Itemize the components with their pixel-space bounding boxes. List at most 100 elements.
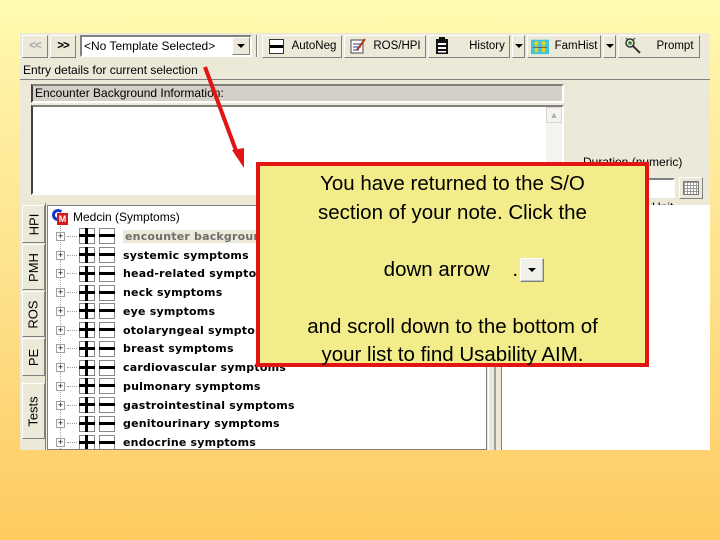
expand-icon[interactable]: + <box>56 288 65 298</box>
callout-line-3: down arrow . <box>383 257 519 281</box>
positive-finding-icon[interactable] <box>79 434 95 449</box>
expand-icon[interactable]: + <box>56 419 65 429</box>
entry-details-heading: Entry details for current selection <box>23 63 198 77</box>
negative-finding-icon[interactable] <box>99 303 115 320</box>
chevron-down-icon <box>237 44 245 48</box>
autoneg-label: AutoNeg <box>291 40 337 52</box>
grid-icon <box>683 181 699 195</box>
tree-item[interactable]: + head-related symptoms <box>56 265 275 284</box>
tree-item[interactable]: + otolaryngeal symptoms <box>56 321 273 340</box>
ros-hpi-label: ROS/HPI <box>373 40 421 52</box>
encounter-background-header: Encounter Background Information: <box>31 84 564 103</box>
prompt-button[interactable]: Prompt <box>618 34 700 58</box>
expand-icon[interactable]: + <box>56 306 65 316</box>
history-button[interactable]: History <box>428 34 510 58</box>
negative-finding-icon[interactable] <box>99 397 115 414</box>
positive-finding-icon[interactable] <box>79 247 95 264</box>
negative-finding-icon[interactable] <box>99 340 115 357</box>
tab-pmh[interactable]: PMH <box>22 244 45 290</box>
tree-item[interactable]: + systemic symptoms <box>56 246 249 265</box>
tree-item[interactable]: + genitourinary symptoms <box>56 415 280 434</box>
medcin-logo-icon: M <box>52 209 68 225</box>
tree-item-label: endocrine symptoms <box>123 436 257 450</box>
expand-icon[interactable]: + <box>56 325 65 335</box>
magic-wand-icon <box>624 37 642 55</box>
template-select[interactable]: <No Template Selected> <box>80 35 252 57</box>
positive-finding-icon[interactable] <box>79 265 95 282</box>
positive-finding-icon[interactable] <box>79 415 95 432</box>
ros-hpi-button[interactable]: ROS/HPI <box>344 34 426 58</box>
positive-finding-icon[interactable] <box>79 284 95 301</box>
negative-finding-icon[interactable] <box>99 378 115 395</box>
tab-ros[interactable]: ROS <box>22 291 45 337</box>
positive-finding-icon[interactable] <box>79 397 95 414</box>
tree-item[interactable]: + eye symptoms <box>56 302 215 321</box>
minus-box-icon <box>268 37 286 55</box>
tree-item-label: genitourinary symptoms <box>123 417 280 431</box>
famhist-dropdown-button[interactable] <box>603 34 616 58</box>
scroll-up-button[interactable]: ▲ <box>546 107 562 123</box>
positive-finding-icon[interactable] <box>79 322 95 339</box>
tree-connector <box>67 367 77 369</box>
negative-finding-icon[interactable] <box>99 434 115 449</box>
tree-item[interactable]: + breast symptoms <box>56 340 234 359</box>
positive-finding-icon[interactable] <box>79 340 95 357</box>
expand-icon[interactable]: + <box>56 250 65 260</box>
negative-finding-icon[interactable] <box>99 322 115 339</box>
duration-grid-button[interactable] <box>679 177 703 199</box>
positive-finding-icon[interactable] <box>79 359 95 376</box>
tree-root[interactable]: M Medcin (Symptoms) <box>52 209 180 225</box>
tree-item[interactable]: + endocrine symptoms <box>56 433 257 450</box>
tab-pe-label: PE <box>26 348 41 366</box>
expand-icon[interactable]: + <box>56 269 65 279</box>
history-label: History <box>469 40 505 52</box>
tree-connector <box>67 423 77 425</box>
expand-icon[interactable]: + <box>56 344 65 354</box>
callout-line-2: section of your note. Click the <box>318 200 587 224</box>
tree-item[interactable]: + pulmonary symptoms <box>56 377 261 396</box>
tree-connector <box>67 348 77 350</box>
tree-item[interactable]: + cardiovascular symptoms <box>56 358 286 377</box>
tree-connector <box>67 385 77 387</box>
negative-finding-icon[interactable] <box>99 415 115 432</box>
dropdown-arrow-illustration <box>520 258 545 283</box>
instruction-callout: You have returned to the S/O section of … <box>256 162 649 367</box>
forward-button[interactable]: >> <box>50 34 76 58</box>
template-dropdown-button[interactable] <box>232 37 250 55</box>
positive-finding-icon[interactable] <box>79 228 95 245</box>
tree-item-label: breast symptoms <box>123 342 234 356</box>
expand-icon[interactable]: + <box>56 438 65 448</box>
tree-item[interactable]: + neck symptoms <box>56 283 222 302</box>
chevron-up-icon: ▲ <box>549 110 559 120</box>
chevron-down-icon <box>514 44 523 48</box>
famhist-button[interactable]: FamHist <box>527 34 601 58</box>
expand-icon[interactable]: + <box>56 400 65 410</box>
positive-finding-icon[interactable] <box>79 378 95 395</box>
negative-finding-icon[interactable] <box>99 359 115 376</box>
callout-line-3-wrap: down arrow . <box>260 227 645 313</box>
tab-pmh-label: PMH <box>26 252 42 282</box>
tree-item-label: otolaryngeal symptoms <box>123 323 274 337</box>
tab-hpi[interactable]: HPI <box>22 205 45 243</box>
tab-hpi-label: HPI <box>26 213 42 235</box>
expand-icon[interactable]: + <box>56 363 65 373</box>
autoneg-button[interactable]: AutoNeg <box>262 34 342 58</box>
tree-item-label: pulmonary symptoms <box>123 379 261 393</box>
expand-icon[interactable]: + <box>56 381 65 391</box>
template-select-value: <No Template Selected> <box>84 39 216 53</box>
back-button[interactable]: << <box>22 34 48 58</box>
negative-finding-icon[interactable] <box>99 228 115 245</box>
tree-connector <box>67 329 77 331</box>
toolbar-separator <box>256 35 258 57</box>
negative-finding-icon[interactable] <box>99 265 115 282</box>
tree-item[interactable]: + gastrointestinal symptoms <box>56 396 295 415</box>
tree-connector <box>67 254 77 256</box>
positive-finding-icon[interactable] <box>79 303 95 320</box>
tree-item-label: systemic symptoms <box>123 248 249 262</box>
expand-icon[interactable]: + <box>56 231 65 241</box>
negative-finding-icon[interactable] <box>99 247 115 264</box>
history-dropdown-button[interactable] <box>512 34 525 58</box>
tab-pe[interactable]: PE <box>22 338 45 376</box>
tab-tests[interactable]: Tests <box>22 383 45 439</box>
negative-finding-icon[interactable] <box>99 284 115 301</box>
